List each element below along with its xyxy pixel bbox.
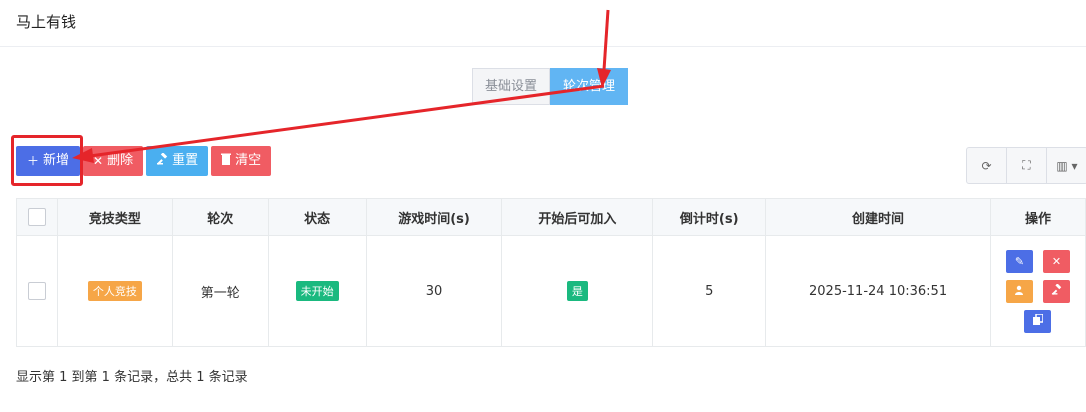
gavel-icon <box>1051 283 1062 298</box>
user-button[interactable] <box>1005 279 1033 303</box>
select-all-checkbox[interactable] <box>27 208 46 226</box>
delete-button-label: 删除 <box>107 153 134 168</box>
delete-button[interactable]: ✕ 删除 <box>83 146 144 176</box>
status-cell: 未开始 <box>267 235 367 347</box>
column-header: 竞技类型 <box>56 198 173 236</box>
refresh-icon[interactable]: ⟳ <box>967 148 1007 183</box>
reset-button[interactable]: 重置 <box>146 146 209 176</box>
trash-icon <box>221 146 232 176</box>
copy-icon <box>1032 313 1044 328</box>
tab-round-management[interactable]: 轮次管理 <box>550 68 629 105</box>
table-row: 个人竞技 第一轮 未开始 30 是 5 2025-11-24 10:36:51 … <box>16 235 1086 347</box>
type-cell: 个人竞技 <box>56 235 173 347</box>
column-header: 状态 <box>267 198 367 236</box>
gavel-icon <box>156 146 168 176</box>
column-header: 创建时间 <box>765 198 991 236</box>
table-header-row: 竞技类型 轮次 状态 游戏时间(s) 开始后可加入 倒计时(s) 创建时间 操作 <box>16 198 1086 236</box>
reset-button-label: 重置 <box>172 153 199 168</box>
columns-icon[interactable]: ▥ ▾ <box>1047 148 1086 183</box>
annotation-highlight-box <box>11 135 83 186</box>
column-header: 开始后可加入 <box>501 198 654 236</box>
column-header: 倒计时(s) <box>652 198 767 236</box>
user-icon <box>1014 285 1024 298</box>
select-all-cell <box>16 198 58 236</box>
fullscreen-icon[interactable]: ⛶ <box>1007 148 1047 183</box>
actions-cell: ✎ ✕ <box>989 235 1086 347</box>
edit-icon: ✎ <box>1014 254 1025 268</box>
copy-button[interactable] <box>1024 309 1052 333</box>
countdown-cell: 5 <box>652 235 767 347</box>
delete-icon: ✕ <box>1051 254 1062 268</box>
column-header: 轮次 <box>171 198 269 236</box>
table-tools: ⟳ ⛶ ▥ ▾ <box>966 147 1086 184</box>
clear-button[interactable]: 清空 <box>211 146 272 176</box>
joinable-badge: 是 <box>566 281 588 301</box>
tab-bar: 基础设置 轮次管理 <box>472 68 629 105</box>
pagination-info: 显示第 1 到第 1 条记录，总共 1 条记录 <box>16 370 248 385</box>
row-delete-button[interactable]: ✕ <box>1042 249 1070 273</box>
round-cell: 第一轮 <box>171 235 269 347</box>
clear-button-label: 清空 <box>235 153 262 168</box>
page-header: 马上有钱 <box>0 0 1086 47</box>
tab-basic-settings[interactable]: 基础设置 <box>472 68 551 105</box>
created-cell: 2025-11-24 10:36:51 <box>765 235 991 347</box>
joinable-cell: 是 <box>501 235 654 347</box>
type-badge: 个人竞技 <box>87 281 142 301</box>
column-header: 游戏时间(s) <box>365 198 503 236</box>
game-time-cell: 30 <box>365 235 503 347</box>
app-title: 马上有钱 <box>16 13 77 31</box>
row-checkbox[interactable] <box>27 282 46 300</box>
rounds-table: 竞技类型 轮次 状态 游戏时间(s) 开始后可加入 倒计时(s) 创建时间 操作… <box>16 198 1086 347</box>
column-header: 操作 <box>989 198 1086 236</box>
row-reset-button[interactable] <box>1042 279 1070 303</box>
close-icon: ✕ <box>93 154 104 168</box>
row-select-cell <box>16 235 58 347</box>
edit-button[interactable]: ✎ <box>1005 249 1033 273</box>
status-badge: 未开始 <box>295 281 339 301</box>
